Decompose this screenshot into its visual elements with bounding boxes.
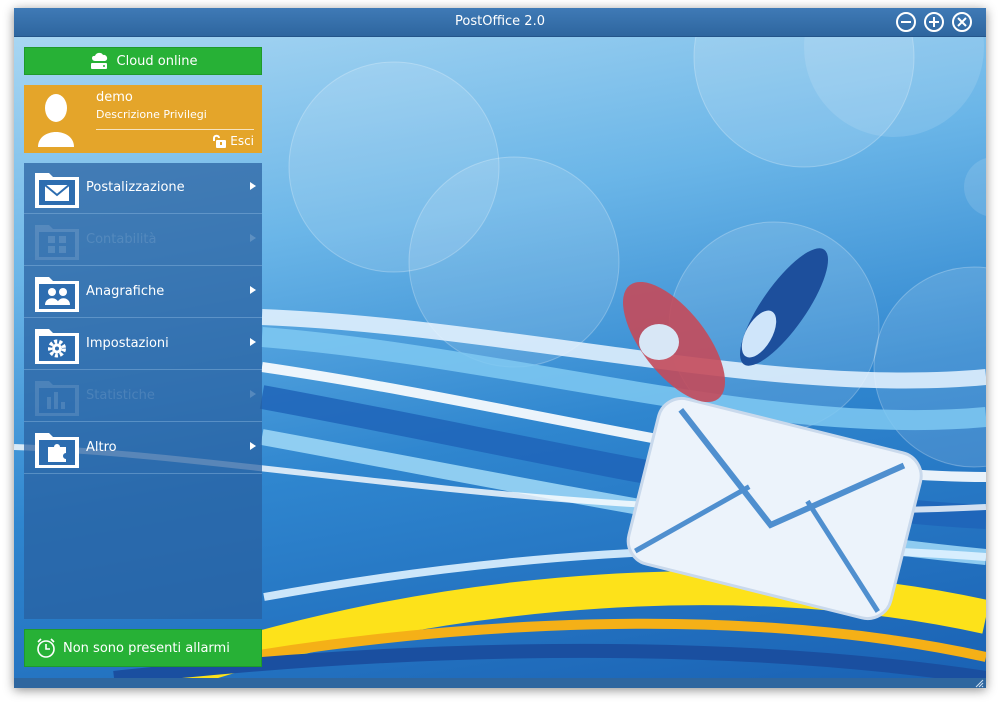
user-privileges: Descrizione Privilegi [96, 108, 207, 121]
calculator-icon [35, 225, 79, 260]
cloud-status-label: Cloud online [116, 53, 198, 69]
logout-label: Esci [230, 134, 254, 148]
alarm-status-button[interactable]: Non sono presenti allarmi [24, 629, 262, 667]
menu-label: Postalizzazione [86, 180, 185, 195]
chevron-right-icon [250, 338, 256, 346]
logout-button[interactable]: Esci [211, 134, 254, 148]
chevron-right-icon [250, 182, 256, 190]
plus-icon [929, 17, 939, 27]
menu-item-altro[interactable]: Altro [24, 423, 262, 474]
resize-grip-icon[interactable] [974, 678, 984, 688]
menu-label: Anagrafiche [86, 284, 165, 299]
bar-chart-icon [35, 381, 79, 416]
envelope-icon [35, 173, 79, 208]
puzzle-icon [35, 433, 79, 468]
menu-item-statistiche: Statistiche [24, 371, 262, 422]
user-name: demo [96, 90, 133, 105]
menu-label: Contabilità [86, 232, 157, 247]
unlock-icon [213, 134, 227, 148]
menu-item-postalizzazione[interactable]: Postalizzazione [24, 163, 262, 214]
chevron-right-icon [250, 442, 256, 450]
gear-icon [35, 329, 79, 364]
status-bar [14, 678, 986, 688]
menu-item-contabilita: Contabilità [24, 215, 262, 266]
title-bar[interactable]: PostOffice 2.0 [14, 8, 986, 37]
minus-icon [901, 21, 911, 23]
alarm-status-label: Non sono presenti allarmi [63, 640, 230, 656]
menu-label: Impostazioni [86, 336, 169, 351]
menu-item-impostazioni[interactable]: Impostazioni [24, 319, 262, 370]
main-menu: Postalizzazione Contabilità Anagrafiche … [24, 163, 262, 619]
alarm-clock-icon [37, 638, 55, 658]
user-divider [96, 129, 254, 130]
chevron-right-icon [250, 390, 256, 398]
chevron-right-icon [250, 286, 256, 294]
app-window: PostOffice 2.0 Cloud online demo Descriz… [14, 8, 986, 688]
menu-item-anagrafiche[interactable]: Anagrafiche [24, 267, 262, 318]
close-icon [957, 17, 967, 27]
user-panel: demo Descrizione Privilegi Esci [24, 85, 262, 153]
menu-label: Statistiche [86, 388, 155, 403]
window-title: PostOffice 2.0 [455, 14, 545, 29]
main-content: Cloud online demo Descrizione Privilegi … [14, 37, 986, 678]
maximize-button[interactable] [924, 12, 944, 32]
minimize-button[interactable] [896, 12, 916, 32]
cloud-status-button[interactable]: Cloud online [24, 47, 262, 75]
avatar [38, 94, 74, 147]
close-button[interactable] [952, 12, 972, 32]
menu-label: Altro [86, 440, 117, 455]
users-icon [35, 277, 79, 312]
chevron-right-icon [250, 234, 256, 242]
cloud-server-icon [90, 52, 107, 69]
